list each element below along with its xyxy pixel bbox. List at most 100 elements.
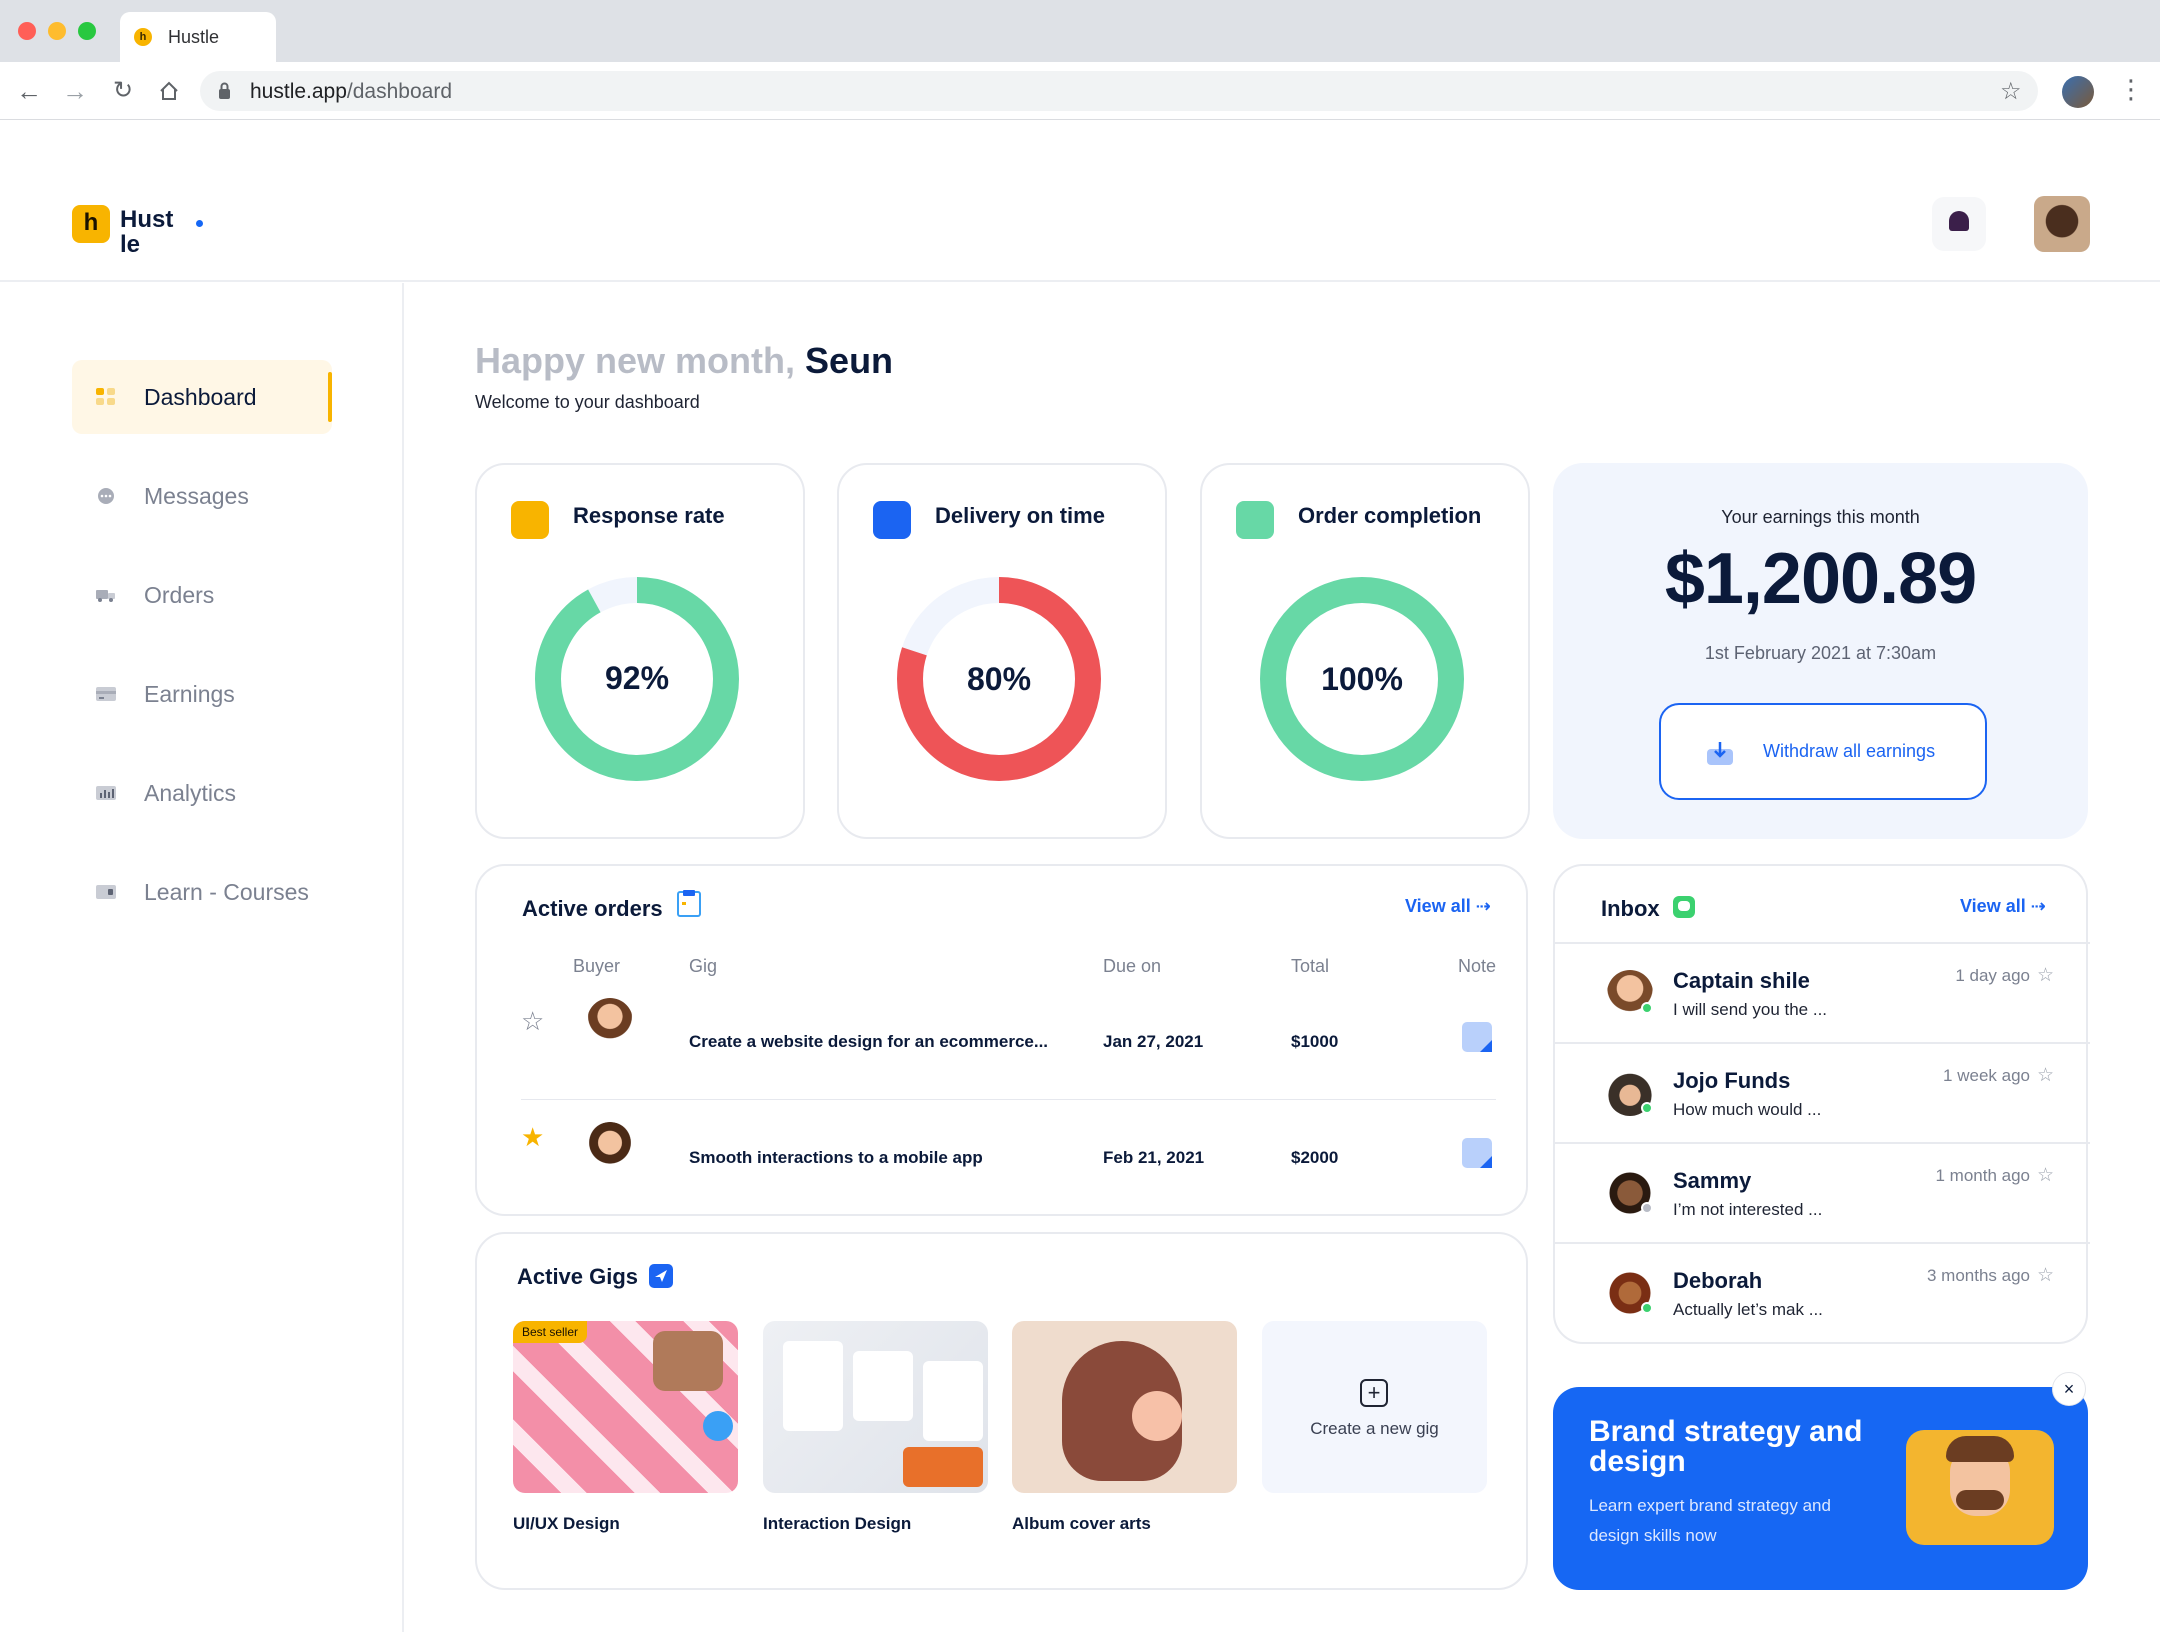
inbox-message[interactable]: Deborah Actually let’s mak ... 3 months … — [1555, 1242, 2090, 1342]
tab-title: Hustle — [168, 27, 220, 47]
star-outline-icon[interactable]: ☆ — [521, 1006, 544, 1037]
sidebar-item-earnings[interactable]: Earnings — [72, 657, 332, 731]
browser-tab[interactable]: h Hustle — [120, 12, 276, 62]
message-time: 1 month ago — [1935, 1166, 2030, 1185]
sidebar-item-dashboard[interactable]: Dashboard — [72, 360, 332, 434]
forward-arrow-icon[interactable]: → — [60, 76, 90, 106]
close-window-button[interactable] — [18, 22, 36, 40]
inbox-title: Inbox — [1601, 896, 1660, 921]
bell-icon — [1949, 211, 1969, 231]
browser-toolbar: ← → ↻ hustle.app/dashboard ☆ ⋮ — [0, 62, 2160, 120]
inbox-message[interactable]: Captain shile I will send you the ... 1 … — [1555, 942, 2090, 1042]
best-seller-badge: Best seller — [513, 1321, 588, 1343]
order-total: $1000 — [1291, 1032, 1339, 1051]
promo-hair — [1946, 1436, 2014, 1462]
offline-status — [1641, 1202, 1653, 1214]
back-arrow-icon[interactable]: ← — [14, 76, 44, 106]
earnings-amount: $1,200.89 — [1664, 539, 1977, 619]
gig-thumbnail-uiux[interactable]: Best seller — [513, 1321, 738, 1493]
send-icon — [649, 1264, 673, 1288]
minimize-window-button[interactable] — [48, 22, 66, 40]
sender-name: Deborah — [1673, 1268, 1763, 1293]
promo-beard — [1956, 1490, 2004, 1510]
menu-kebab-icon[interactable]: ⋮ — [2118, 74, 2144, 105]
chat-icon — [98, 488, 114, 504]
download-icon — [1707, 742, 1733, 765]
card-icon — [96, 687, 116, 701]
address-bar[interactable]: hustle.app/dashboard ☆ — [200, 71, 2038, 111]
reload-icon[interactable]: ↻ — [108, 76, 138, 106]
active-indicator — [328, 372, 332, 422]
chat-bubble-icon — [1673, 896, 1695, 918]
logo-badge[interactable]: h — [72, 205, 110, 243]
note-icon[interactable] — [1462, 1138, 1492, 1168]
create-gig-button[interactable]: + Create a new gig — [1262, 1321, 1487, 1493]
inbox-message[interactable]: Jojo Funds How much would ... 1 week ago… — [1555, 1042, 2090, 1142]
sidebar-item-orders[interactable]: Orders — [72, 558, 332, 632]
withdraw-label: Withdraw all earnings — [1763, 741, 1936, 761]
message-time: 3 months ago — [1926, 1266, 2030, 1285]
kpi-title: Response rate — [573, 503, 725, 528]
star-outline-icon[interactable]: ☆ — [2037, 964, 2054, 987]
profile-avatar[interactable] — [2062, 76, 2094, 108]
sidebar-item-messages[interactable]: Messages — [72, 459, 332, 533]
gig-screen — [783, 1341, 843, 1431]
gig-thumbnail-interaction[interactable] — [763, 1321, 988, 1493]
create-gig-label: Create a new gig — [1310, 1419, 1439, 1438]
sidebar-item-learn-courses[interactable]: Learn - Courses — [72, 855, 332, 929]
inbox-view-all-link[interactable]: View all ⇢ — [1960, 896, 2046, 917]
gig-label[interactable]: Interaction Design — [763, 1514, 911, 1534]
notifications-button[interactable] — [1932, 197, 1986, 251]
response-rate-icon — [511, 501, 549, 539]
online-status — [1641, 1002, 1653, 1014]
sidebar-item-label: Learn - Courses — [144, 879, 309, 905]
orders-view-all-link[interactable]: View all ⇢ — [1405, 896, 1491, 917]
active-orders-card: Active orders View all ⇢ Buyer Gig Due o… — [475, 864, 1528, 1216]
online-status — [1641, 1302, 1653, 1314]
star-outline-icon[interactable]: ☆ — [2037, 1064, 2054, 1087]
star-outline-icon[interactable]: ☆ — [2037, 1164, 2054, 1187]
star-filled-icon[interactable]: ★ — [521, 1122, 544, 1153]
gig-label[interactable]: Album cover arts — [1012, 1514, 1151, 1534]
kpi-value: 100% — [1321, 661, 1403, 697]
browser-tab-strip: h Hustle — [0, 0, 2160, 62]
message-preview: I’m not interested ... — [1673, 1200, 1823, 1219]
home-icon[interactable] — [154, 76, 184, 106]
sidebar-item-label: Analytics — [144, 780, 237, 806]
inbox-message[interactable]: Sammy I’m not interested ... 1 month ago… — [1555, 1142, 2090, 1242]
star-outline-icon[interactable]: ☆ — [2037, 1264, 2054, 1287]
withdraw-button[interactable]: Withdraw all earnings — [1659, 703, 1987, 800]
promo-title: Brand strategy and design — [1589, 1415, 1863, 1478]
promo-banner[interactable]: Brand strategy and design Learn expert b… — [1553, 1387, 2088, 1590]
gig-label[interactable]: UI/UX Design — [513, 1514, 620, 1534]
row-divider — [521, 1099, 1496, 1100]
order-gig[interactable]: Create a website design for an ecommerce… — [689, 1032, 1048, 1052]
arrow-right-icon: ⇢ — [1475, 896, 1491, 916]
gig-thumbnail-album[interactable] — [1012, 1321, 1237, 1493]
earnings-card: Your earnings this month $1,200.89 1st F… — [1553, 463, 2088, 839]
close-icon[interactable]: × — [2052, 1372, 2086, 1406]
buyer-avatar — [587, 998, 633, 1044]
bar-chart-icon — [96, 786, 116, 800]
arrow-right-icon: ⇢ — [2030, 896, 2046, 916]
delivery-on-time-ring: 80% — [897, 577, 1101, 781]
gig-screen — [853, 1351, 913, 1421]
gig-screen — [923, 1361, 983, 1441]
note-icon[interactable] — [1462, 1022, 1492, 1052]
order-gig[interactable]: Smooth interactions to a mobile app — [689, 1148, 983, 1168]
logo-text[interactable]: Hustle — [120, 207, 178, 257]
order-due: Feb 21, 2021 — [1103, 1148, 1205, 1167]
page-title: Happy new month, Seun — [475, 340, 894, 381]
kpi-card-response-rate: Response rate 92% — [475, 463, 805, 839]
sidebar: Dashboard Messages Orders Earnings Analy… — [0, 283, 404, 1632]
url-text: hustle.app/dashboard — [250, 80, 453, 103]
sender-name: Jojo Funds — [1673, 1068, 1791, 1093]
sender-name: Sammy — [1673, 1168, 1752, 1193]
user-avatar[interactable] — [2034, 196, 2090, 252]
sidebar-item-analytics[interactable]: Analytics — [72, 756, 332, 830]
bookmark-star-icon[interactable]: ☆ — [2000, 77, 2022, 106]
active-gigs-card: Active Gigs Best seller + Create a new g… — [475, 1232, 1528, 1590]
sidebar-item-label: Dashboard — [144, 384, 257, 410]
maximize-window-button[interactable] — [78, 22, 96, 40]
kpi-value: 80% — [966, 661, 1032, 697]
